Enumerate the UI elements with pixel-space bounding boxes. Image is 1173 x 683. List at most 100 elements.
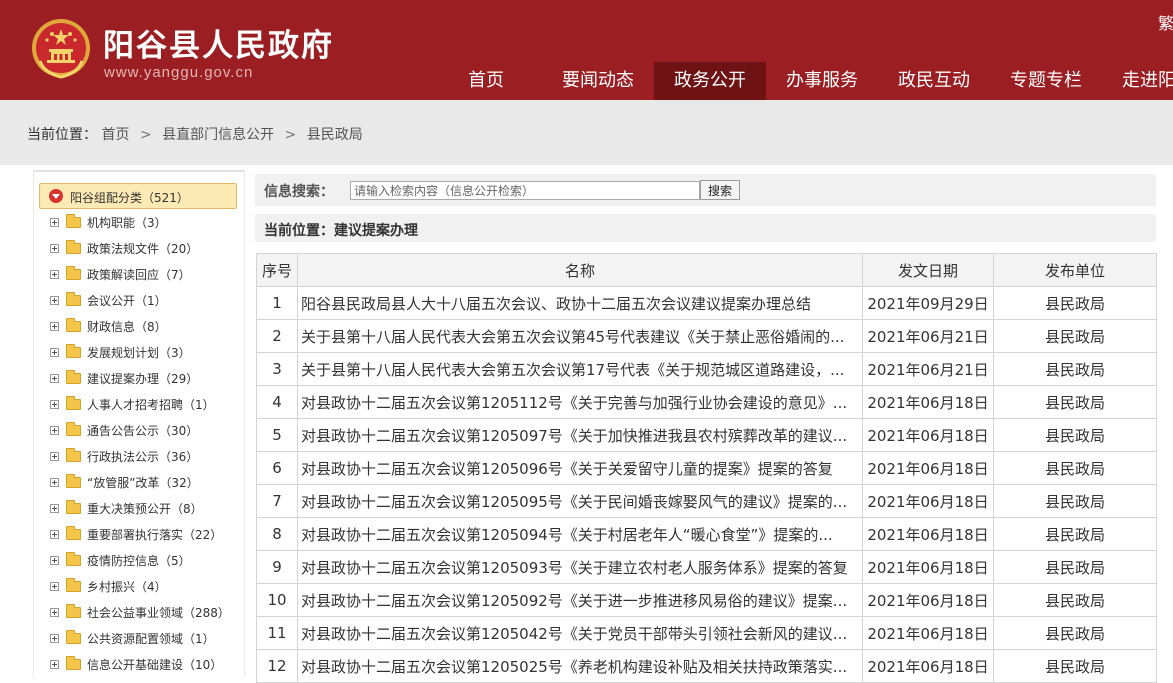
sidebar-category-item[interactable]: 社会公益事业领域（288） — [48, 600, 243, 626]
folder-icon — [66, 344, 81, 358]
nav-item-news[interactable]: 要闻动态 — [542, 62, 654, 100]
publish-date: 2021年06月18日 — [862, 451, 994, 485]
sidebar-category-item[interactable]: 行政执法公示（36） — [48, 444, 243, 470]
sidebar-category-item[interactable]: 重要部署执行落实（22） — [48, 522, 243, 548]
sidebar-category-label: 信息公开基础建设（10） — [87, 658, 223, 672]
document-title-link[interactable]: 对县政协十二届五次会议第1205094号《关于村居老年人“暖心食堂”》提案的..… — [297, 517, 863, 551]
folder-icon — [66, 552, 81, 566]
document-title-link[interactable]: 对县政协十二届五次会议第1205112号《关于完善与加强行业协会建设的意见》..… — [297, 385, 863, 419]
collapse-arrow-icon — [49, 189, 63, 203]
expand-plus-icon[interactable] — [50, 244, 59, 253]
sidebar-category-label: 机构职能（3） — [87, 216, 167, 230]
sidebar-category-item[interactable]: 公共资源配置领域（1） — [48, 626, 243, 652]
nav-item-home[interactable]: 首页 — [430, 62, 542, 100]
breadcrumb-current[interactable]: 县民政局 — [307, 127, 363, 143]
publish-date: 2021年06月21日 — [862, 352, 994, 386]
search-input[interactable] — [350, 181, 700, 200]
expand-plus-icon[interactable] — [50, 348, 59, 357]
publishing-unit: 县民政局 — [993, 583, 1157, 617]
site-header: 阳谷县人民政府 www.yanggu.gov.cn 繁 首页 要闻动态 政务公开… — [0, 0, 1173, 100]
document-title-link[interactable]: 阳谷县民政局县人大十八届五次会议、政协十二届五次会议建议提案办理总结 — [297, 286, 863, 320]
row-number: 5 — [256, 418, 298, 452]
folder-icon — [66, 214, 81, 228]
table-row: 5 对县政协十二届五次会议第1205097号《关于加快推进我县农村殡葬改革的建议.… — [256, 418, 1157, 452]
section-location-bar: 当前位置：建议提案办理 — [255, 214, 1156, 242]
sidebar-category-item[interactable]: 财政信息（8） — [48, 314, 243, 340]
sidebar-category-item[interactable]: 发展规划计划（3） — [48, 340, 243, 366]
publish-date: 2021年06月18日 — [862, 583, 994, 617]
table-row: 7 对县政协十二届五次会议第1205095号《关于民间婚丧嫁娶风气的建议》提案的.… — [256, 484, 1157, 518]
breadcrumb-separator: > — [284, 127, 297, 143]
column-header-number: 序号 — [256, 253, 298, 287]
document-title-link[interactable]: 对县政协十二届五次会议第1205096号《关于关爱留守儿童的提案》提案的答复 — [297, 451, 863, 485]
expand-plus-icon[interactable] — [50, 218, 59, 227]
search-button[interactable]: 搜索 — [700, 180, 740, 200]
expand-plus-icon[interactable] — [50, 426, 59, 435]
document-title-link[interactable]: 对县政协十二届五次会议第1205042号《关于党员干部带头引领社会新风的建议..… — [297, 616, 863, 650]
sidebar-category-label: 建议提案办理（29） — [87, 372, 199, 386]
expand-plus-icon[interactable] — [50, 296, 59, 305]
sidebar-category-item[interactable]: 人事人才招考招聘（1） — [48, 392, 243, 418]
document-title-link[interactable]: 对县政协十二届五次会议第1205097号《关于加快推进我县农村殡葬改革的建议..… — [297, 418, 863, 452]
nav-item-about[interactable]: 走进阳谷 — [1102, 62, 1173, 100]
folder-icon — [66, 604, 81, 618]
sidebar-root-category[interactable]: 阳谷组配分类（521） — [39, 183, 237, 209]
expand-plus-icon[interactable] — [50, 608, 59, 617]
expand-plus-icon[interactable] — [50, 582, 59, 591]
folder-icon — [66, 500, 81, 514]
expand-plus-icon[interactable] — [50, 452, 59, 461]
table-row: 3 关于县第十八届人民代表大会第五次会议第17号代表《关于规范城区道路建设，...… — [256, 352, 1157, 386]
expand-plus-icon[interactable] — [50, 374, 59, 383]
nav-item-services[interactable]: 办事服务 — [766, 62, 878, 100]
document-title-link[interactable]: 对县政协十二届五次会议第1205092号《关于进一步推进移风易俗的建议》提案..… — [297, 583, 863, 617]
national-emblem-logo — [32, 19, 90, 79]
sidebar-category-item[interactable]: 重大决策预公开（8） — [48, 496, 243, 522]
expand-plus-icon[interactable] — [50, 660, 59, 669]
breadcrumb-label: 当前位置： — [27, 127, 97, 143]
sidebar-category-item[interactable]: “放管服”改革（32） — [48, 470, 243, 496]
table-row: 4 对县政协十二届五次会议第1205112号《关于完善与加强行业协会建设的意见》.… — [256, 385, 1157, 419]
expand-plus-icon[interactable] — [50, 504, 59, 513]
table-body: 1 阳谷县民政局县人大十八届五次会议、政协十二届五次会议建议提案办理总结 2021年… — [256, 286, 1157, 683]
sidebar-category-item[interactable]: 信息公开基础建设（10） — [48, 652, 243, 678]
document-title-link[interactable]: 关于县第十八届人民代表大会第五次会议第17号代表《关于规范城区道路建设，... — [297, 352, 863, 386]
sidebar-category-item[interactable]: 通告公告公示（30） — [48, 418, 243, 444]
row-number: 2 — [256, 319, 298, 353]
sidebar-category-item[interactable]: 机构职能（3） — [48, 210, 243, 236]
folder-icon — [66, 448, 81, 462]
document-title-link[interactable]: 对县政协十二届五次会议第1205095号《关于民间婚丧嫁娶风气的建议》提案的..… — [297, 484, 863, 518]
expand-plus-icon[interactable] — [50, 634, 59, 643]
breadcrumb-home[interactable]: 首页 — [101, 127, 129, 143]
nav-item-topics[interactable]: 专题专栏 — [990, 62, 1102, 100]
main-nav: 首页 要闻动态 政务公开 办事服务 政民互动 专题专栏 走进阳谷 — [430, 62, 1173, 100]
table-row: 9 对县政协十二届五次会议第1205093号《关于建立农村老人服务体系》提案的答复… — [256, 550, 1157, 584]
expand-plus-icon[interactable] — [50, 270, 59, 279]
publishing-unit: 县民政局 — [993, 319, 1157, 353]
traditional-chinese-link[interactable]: 繁 — [1158, 10, 1173, 34]
folder-icon — [66, 578, 81, 592]
publishing-unit: 县民政局 — [993, 517, 1157, 551]
folder-icon — [66, 396, 81, 410]
publish-date: 2021年09月29日 — [862, 286, 994, 320]
expand-plus-icon[interactable] — [50, 530, 59, 539]
sidebar-category-item[interactable]: 会议公开（1） — [48, 288, 243, 314]
nav-item-interaction[interactable]: 政民互动 — [878, 62, 990, 100]
expand-plus-icon[interactable] — [50, 322, 59, 331]
expand-plus-icon[interactable] — [50, 478, 59, 487]
site-url: www.yanggu.gov.cn — [104, 64, 254, 81]
expand-plus-icon[interactable] — [50, 556, 59, 565]
sidebar-category-item[interactable]: 政策解读回应（7） — [48, 262, 243, 288]
sidebar-category-item[interactable]: 乡村振兴（4） — [48, 574, 243, 600]
sidebar-category-item[interactable]: 政策法规文件（20） — [48, 236, 243, 262]
expand-plus-icon[interactable] — [50, 400, 59, 409]
publishing-unit: 县民政局 — [993, 451, 1157, 485]
sidebar-category-item[interactable]: 疫情防控信息（5） — [48, 548, 243, 574]
category-sidebar: 阳谷组配分类（521） 机构职能（3） 政策法规文件（20） 政策解读回应（7） 会议… — [33, 170, 245, 678]
document-title-link[interactable]: 关于县第十八届人民代表大会第五次会议第45号代表建议《关于禁止恶俗婚闹的... — [297, 319, 863, 353]
breadcrumb-department[interactable]: 县直部门信息公开 — [162, 127, 274, 143]
nav-item-government-affairs[interactable]: 政务公开 — [654, 62, 766, 100]
folder-icon — [66, 266, 81, 280]
row-number: 11 — [256, 616, 298, 650]
sidebar-category-item[interactable]: 建议提案办理（29） — [48, 366, 243, 392]
document-title-link[interactable]: 对县政协十二届五次会议第1205093号《关于建立农村老人服务体系》提案的答复 — [297, 550, 863, 584]
